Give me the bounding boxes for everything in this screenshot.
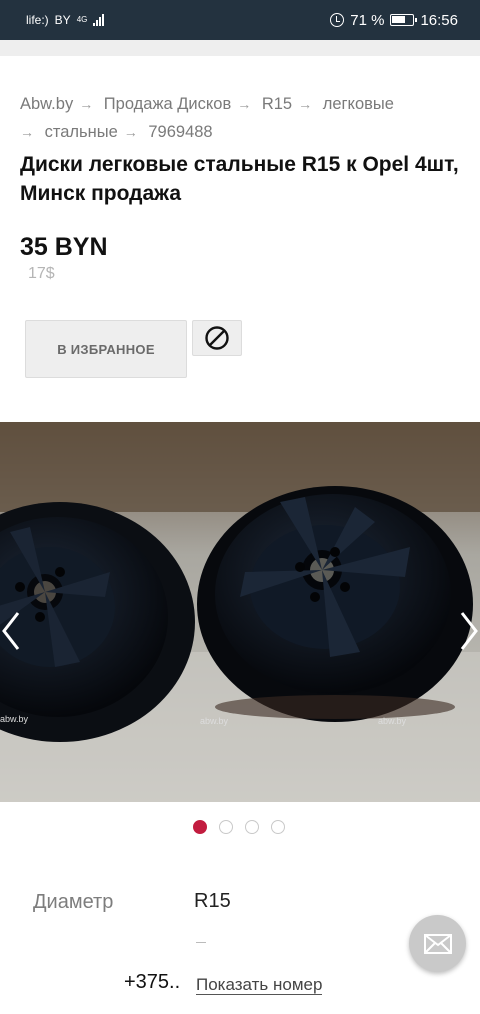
breadcrumb-item-material[interactable]: стальные (45, 123, 118, 141)
watermark-right: abw.by (378, 716, 407, 726)
gallery-dot-2[interactable] (219, 820, 233, 834)
breadcrumb-separator: → (123, 124, 138, 140)
network-type: 4G (76, 15, 88, 24)
chevron-left-icon (2, 612, 20, 650)
watermark-center: abw.by (200, 716, 229, 726)
phone-number: +375.. (124, 971, 181, 993)
watermark-left: abw.by (0, 714, 29, 724)
wheels-photo (0, 422, 480, 802)
add-to-favorites-button[interactable]: В ИЗБРАННОЕ (25, 320, 187, 378)
gallery-next-button[interactable] (458, 609, 480, 653)
breadcrumb: Abw.by → Продажа Дисков → R15 → легковые → … (20, 90, 460, 146)
gallery-dot-3[interactable] (245, 820, 259, 834)
breadcrumb-item-category[interactable]: Продажа Дисков (104, 95, 231, 113)
network-region: BY (54, 13, 71, 27)
signal-icon (93, 14, 105, 26)
block-icon (205, 326, 229, 350)
breadcrumb-separator: → (298, 96, 313, 112)
header-divider (0, 40, 480, 56)
breadcrumb-item-size[interactable]: R15 (262, 95, 292, 113)
status-left: life:) BY 4G (26, 13, 105, 27)
gallery-dot-1[interactable] (193, 820, 207, 834)
battery-icon (390, 14, 418, 26)
breadcrumb-item-id: 7969488 (148, 123, 213, 141)
clock: 16:56 (420, 11, 458, 29)
gallery-prev-button[interactable] (0, 609, 22, 653)
status-right: 71 % 16:56 (330, 12, 458, 29)
message-button[interactable] (409, 915, 466, 972)
block-button[interactable] (192, 320, 242, 356)
spec-value-diameter: R15 (194, 890, 231, 912)
show-number-link[interactable]: Показать номер (196, 975, 323, 995)
gallery-dot-4[interactable] (271, 820, 285, 834)
breadcrumb-item-home[interactable]: Abw.by (20, 95, 73, 113)
price-usd: 17$ (28, 265, 55, 282)
page-title: Диски легковые стальные R15 к Opel 4шт, … (20, 153, 459, 205)
mail-icon (423, 933, 452, 954)
status-bar: life:) BY 4G 71 % 16:56 (0, 0, 480, 40)
battery-percent: 71 % (350, 11, 385, 29)
breadcrumb-separator: → (237, 96, 252, 112)
breadcrumb-item-type[interactable]: легковые (323, 95, 394, 113)
alarm-icon (330, 13, 345, 27)
gallery-pagination (193, 820, 285, 834)
carrier-name: life:) (26, 13, 49, 27)
breadcrumb-separator: → (79, 96, 94, 112)
chevron-right-icon (460, 612, 478, 650)
price: 35 BYN (20, 233, 108, 261)
spec-divider (196, 942, 206, 943)
listing-photo[interactable]: abw.by abw.by abw.by (0, 422, 480, 802)
breadcrumb-separator: → (20, 124, 34, 140)
spec-label-diameter: Диаметр (33, 891, 114, 913)
